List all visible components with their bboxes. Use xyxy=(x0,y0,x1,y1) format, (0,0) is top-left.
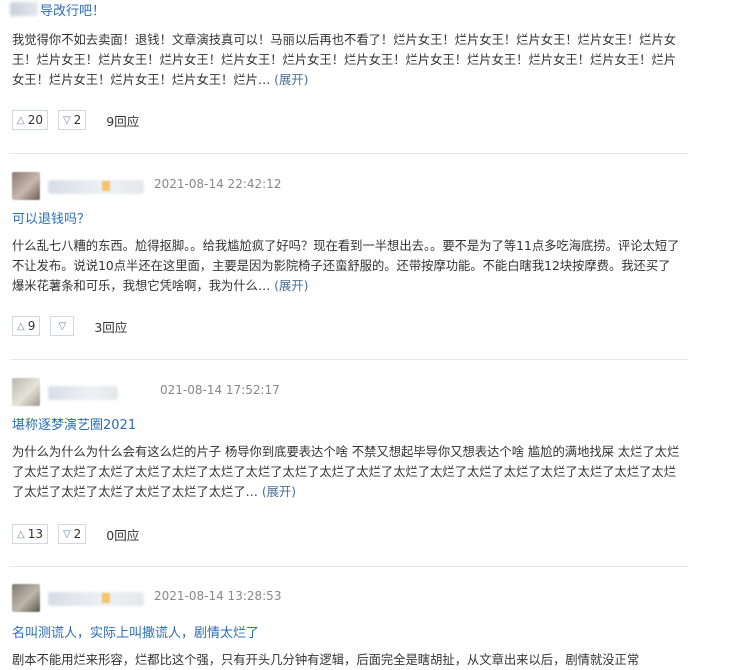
comment-header: 021-08-14 17:52:17 xyxy=(12,378,612,408)
comment-header: 2021-08-14 13:28:53 xyxy=(12,584,612,614)
reply-link[interactable]: 0回应 xyxy=(106,525,139,544)
comment-text: 为什么为什么为什么会有这么烂的片子 杨导你到底要表达个啥 不禁又想起毕导你又想表… xyxy=(12,445,680,499)
divider xyxy=(10,153,688,154)
downvote-count: 2 xyxy=(73,527,82,541)
expand-link[interactable]: (展开) xyxy=(274,73,308,87)
avatar[interactable] xyxy=(12,378,40,406)
blurred-user-fragment xyxy=(10,2,38,16)
upvote-button[interactable]: △ 9 xyxy=(12,316,41,336)
timestamp: 2021-08-14 22:42:12 xyxy=(154,177,282,191)
comment-title[interactable]: 可以退钱吗？ xyxy=(12,208,90,227)
comment-2: 2021-08-14 22:42:12 可以退钱吗？ 什么乱七八糟的东西。尬得抠… xyxy=(0,168,731,348)
comment-1: 导改行吧！ 我觉得你不如去卖面！退钱！文章演技真可以！马丽以后再也不看了！烂片女… xyxy=(0,0,731,150)
comment-actions: △ 13 ▽ 2 0回应 xyxy=(12,524,139,548)
comment-body: 什么乱七八糟的东西。尬得抠脚。。给我尴尬疯了好吗？现在看到一半想出去。。要不是为… xyxy=(12,236,682,298)
timestamp: 2021-08-14 13:28:53 xyxy=(154,589,282,603)
expand-link[interactable]: (展开) xyxy=(262,485,296,499)
comment-body: 我觉得你不如去卖面！退钱！文章演技真可以！马丽以后再也不看了！烂片女王！烂片女王… xyxy=(12,30,682,92)
comment-4: 2021-08-14 13:28:53 名叫测谎人，实际上叫撒谎人，剧情太烂了 … xyxy=(0,580,731,670)
avatar[interactable] xyxy=(12,172,40,200)
comment-title[interactable]: 名叫测谎人，实际上叫撒谎人，剧情太烂了 xyxy=(12,622,259,641)
comment-text: 我觉得你不如去卖面！退钱！文章演技真可以！马丽以后再也不看了！烂片女王！烂片女王… xyxy=(12,33,677,87)
level-badge xyxy=(102,181,110,191)
comment-3: 021-08-14 17:52:17 堪称逐梦演艺圈2021 为什么为什么为什么… xyxy=(0,374,731,564)
triangle-down-icon: ▽ xyxy=(58,320,67,332)
triangle-up-icon: △ xyxy=(17,114,25,126)
comment-actions: △ 20 ▽ 2 9回应 xyxy=(12,110,139,134)
triangle-down-icon: ▽ xyxy=(62,114,71,126)
downvote-button[interactable]: ▽ 2 xyxy=(57,110,87,130)
comment-title: 导改行吧！ xyxy=(40,4,106,19)
reply-link[interactable]: 3回应 xyxy=(94,317,127,336)
level-badge xyxy=(102,593,110,603)
reply-link[interactable]: 9回应 xyxy=(106,111,139,130)
comment-text: 什么乱七八糟的东西。尬得抠脚。。给我尴尬疯了好吗？现在看到一半想出去。。要不是为… xyxy=(12,239,680,293)
comment-actions: △ 9 ▽ 3回应 xyxy=(12,316,127,340)
comment-body: 为什么为什么为什么会有这么烂的片子 杨导你到底要表达个啥 不禁又想起毕导你又想表… xyxy=(12,442,682,504)
divider xyxy=(10,566,688,567)
triangle-down-icon: ▽ xyxy=(62,528,71,540)
upvote-button[interactable]: △ 20 xyxy=(12,110,48,130)
comment-title[interactable]: 堪称逐梦演艺圈2021 xyxy=(12,414,136,433)
comment-text: 剧本不能用烂来形容，烂都比这个强，只有开头几分钟有逻辑，后面完全是瞎胡扯，从文章… xyxy=(12,653,640,667)
upvote-count: 9 xyxy=(27,319,36,333)
divider xyxy=(10,359,688,360)
username[interactable] xyxy=(48,180,144,194)
triangle-up-icon: △ xyxy=(17,320,25,332)
triangle-up-icon: △ xyxy=(17,528,25,540)
avatar[interactable] xyxy=(12,584,40,612)
timestamp: 021-08-14 17:52:17 xyxy=(160,383,280,397)
downvote-count: 2 xyxy=(73,113,82,127)
upvote-button[interactable]: △ 13 xyxy=(12,524,48,544)
comment-body: 剧本不能用烂来形容，烂都比这个强，只有开头几分钟有逻辑，后面完全是瞎胡扯，从文章… xyxy=(12,650,682,670)
username[interactable] xyxy=(48,386,118,400)
username[interactable] xyxy=(48,592,144,606)
upvote-count: 13 xyxy=(27,527,43,541)
downvote-button[interactable]: ▽ 2 xyxy=(57,524,87,544)
upvote-count: 20 xyxy=(27,113,43,127)
downvote-button[interactable]: ▽ xyxy=(50,316,75,336)
comment-header: 2021-08-14 22:42:12 xyxy=(12,172,612,202)
expand-link[interactable]: (展开) xyxy=(274,279,308,293)
